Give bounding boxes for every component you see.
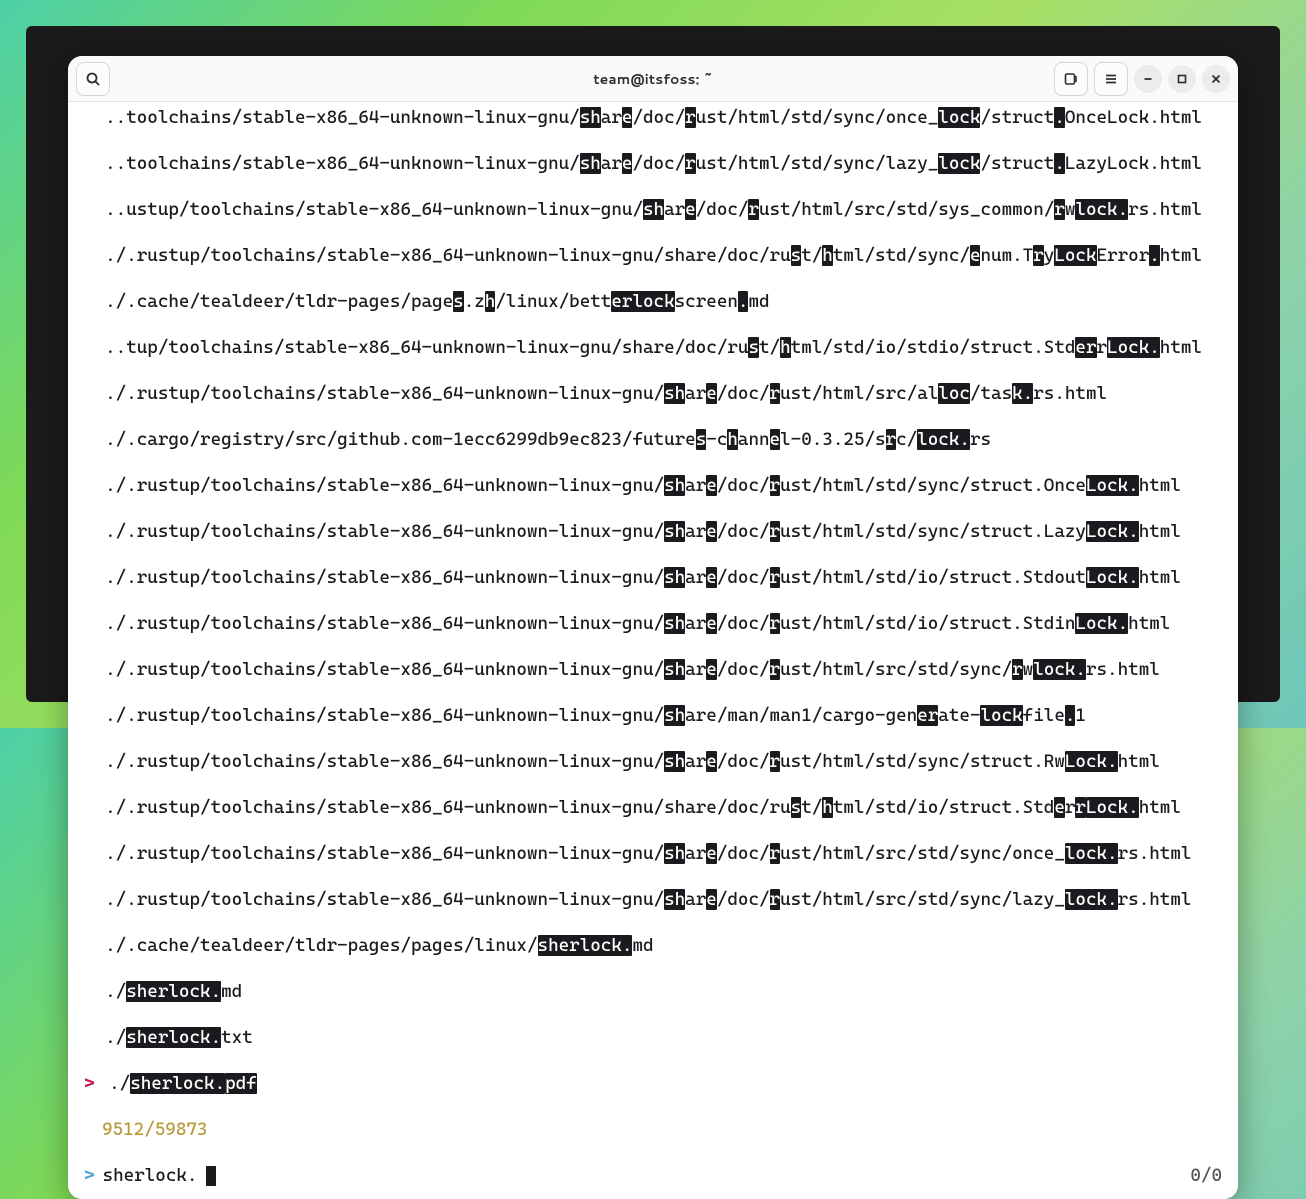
result-row[interactable]: ..toolchains/stable-x86_64-unknown-linux…: [74, 106, 1232, 129]
match-count: 9512/59873: [84, 1119, 207, 1140]
result-row[interactable]: ./.rustup/toolchains/stable-x86_64-unkno…: [74, 796, 1232, 819]
result-row[interactable]: ./.cache/tealdeer/tldr-pages/pages/linux…: [74, 934, 1232, 957]
cursor: [206, 1166, 216, 1186]
menu-button[interactable]: [1094, 62, 1128, 96]
new-tab-icon: [1063, 71, 1079, 87]
result-row[interactable]: ./.rustup/toolchains/stable-x86_64-unkno…: [74, 244, 1232, 267]
search-button[interactable]: [76, 62, 110, 96]
prompt-row: > sherlock. 0/0: [74, 1164, 1232, 1187]
hamburger-icon: [1103, 71, 1119, 87]
minimize-button[interactable]: [1134, 65, 1162, 93]
terminal-window: team@itsfoss: ~ ..toolchains/: [68, 56, 1238, 1199]
result-row[interactable]: ./.rustup/toolchains/stable-x86_64-unkno…: [74, 842, 1232, 865]
result-row[interactable]: ./.rustup/toolchains/stable-x86_64-unkno…: [74, 888, 1232, 911]
maximize-button[interactable]: [1168, 65, 1196, 93]
result-row[interactable]: ./.cache/tealdeer/tldr-pages/pages.zh/li…: [74, 290, 1232, 313]
close-icon: [1209, 72, 1223, 86]
result-row-selected[interactable]: > ./sherlock.pdf: [74, 1072, 1232, 1095]
result-row[interactable]: ./.rustup/toolchains/stable-x86_64-unkno…: [74, 520, 1232, 543]
search-icon: [85, 71, 101, 87]
titlebar: team@itsfoss: ~: [68, 56, 1238, 102]
minimize-icon: [1141, 72, 1155, 86]
result-row[interactable]: ..ustup/toolchains/stable-x86_64-unknown…: [74, 198, 1232, 221]
terminal-body[interactable]: ..toolchains/stable-x86_64-unknown-linux…: [68, 102, 1238, 1199]
page-indicator: 0/0: [1190, 1164, 1222, 1187]
query-input[interactable]: sherlock.: [103, 1164, 198, 1187]
result-row[interactable]: ./sherlock.txt: [74, 1026, 1232, 1049]
result-row[interactable]: ./.cargo/registry/src/github.com-1ecc629…: [74, 428, 1232, 451]
result-row[interactable]: ./.rustup/toolchains/stable-x86_64-unkno…: [74, 658, 1232, 681]
desktop-frame: team@itsfoss: ~ ..toolchains/: [26, 26, 1280, 702]
result-row[interactable]: ./.rustup/toolchains/stable-x86_64-unkno…: [74, 612, 1232, 635]
maximize-icon: [1175, 72, 1189, 86]
close-button[interactable]: [1202, 65, 1230, 93]
result-row[interactable]: ./.rustup/toolchains/stable-x86_64-unkno…: [74, 474, 1232, 497]
result-row[interactable]: ..tup/toolchains/stable-x86_64-unknown-l…: [74, 336, 1232, 359]
result-row[interactable]: ./.rustup/toolchains/stable-x86_64-unkno…: [74, 750, 1232, 773]
prompt-symbol: >: [84, 1164, 95, 1187]
new-tab-button[interactable]: [1054, 62, 1088, 96]
result-row[interactable]: ./.rustup/toolchains/stable-x86_64-unkno…: [74, 566, 1232, 589]
result-row[interactable]: ..toolchains/stable-x86_64-unknown-linux…: [74, 152, 1232, 175]
result-row[interactable]: ./sherlock.md: [74, 980, 1232, 1003]
result-row[interactable]: ./.rustup/toolchains/stable-x86_64-unkno…: [74, 704, 1232, 727]
result-row[interactable]: ./.rustup/toolchains/stable-x86_64-unkno…: [74, 382, 1232, 405]
